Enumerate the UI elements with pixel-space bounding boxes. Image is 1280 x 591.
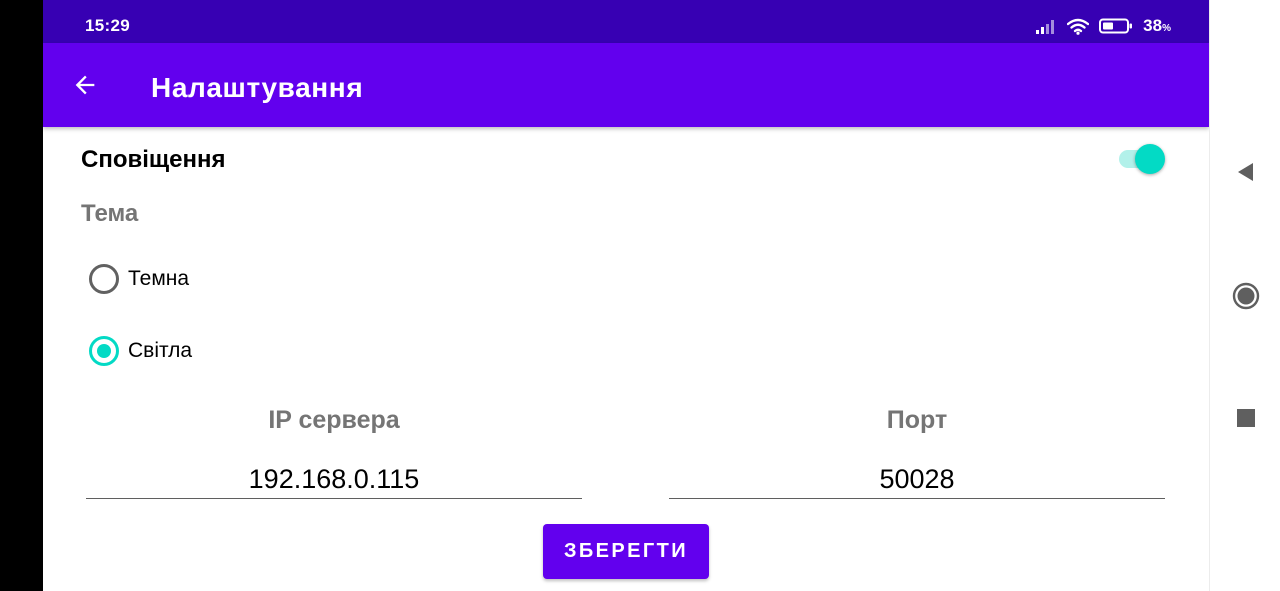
theme-label: Тема: [81, 200, 139, 227]
radio-label: Темна: [128, 267, 190, 290]
save-button[interactable]: ЗБЕРЕГТИ: [543, 524, 709, 579]
ip-label: IP сервера: [268, 406, 400, 434]
arrow-back-icon: [75, 75, 95, 95]
left-screen-edge: [0, 0, 43, 591]
radio-checked-icon: [89, 336, 119, 366]
signal-icon: [1036, 20, 1055, 34]
nav-home-icon: [1232, 282, 1259, 310]
back-button[interactable]: [63, 63, 107, 107]
status-time: 15:29: [85, 16, 130, 35]
battery-percentage: 38%: [1143, 16, 1171, 35]
nav-back-icon: [1237, 163, 1253, 181]
nav-back-button[interactable]: [1210, 142, 1280, 202]
notifications-label: Сповіщення: [81, 146, 226, 173]
nav-recents-button[interactable]: [1210, 388, 1280, 448]
page-title: Налаштування: [151, 72, 364, 103]
radio-label: Світла: [128, 339, 193, 362]
battery-icon: [1099, 18, 1133, 34]
navigation-bar: [1209, 0, 1280, 591]
radio-unchecked-icon: [89, 264, 119, 294]
status-icons: 38%: [1035, 15, 1171, 37]
nav-home-button[interactable]: [1210, 266, 1280, 326]
app-bar: Налаштування: [43, 43, 1209, 127]
nav-recents-icon: [1236, 409, 1255, 427]
status-bar: 15:29 38%: [43, 0, 1209, 43]
radio-theme-dark[interactable]: Темна: [89, 264, 189, 294]
radio-theme-light[interactable]: Світла: [89, 336, 192, 366]
port-input[interactable]: [669, 455, 1165, 499]
app-screen: 15:29 38% Налаштування Сповіщення Тема Т…: [43, 0, 1209, 591]
notifications-toggle[interactable]: [1117, 141, 1169, 175]
wifi-icon: [1067, 18, 1090, 35]
port-label: Порт: [886, 406, 948, 434]
toggle-thumb: [1135, 144, 1165, 174]
ip-input[interactable]: [86, 455, 582, 499]
